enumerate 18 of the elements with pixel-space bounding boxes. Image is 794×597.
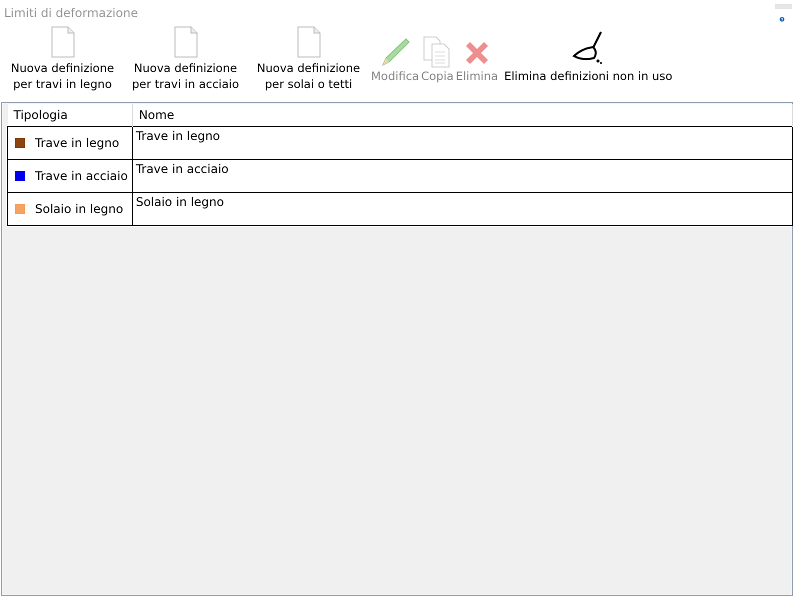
document-icon (50, 26, 74, 58)
document-icon (174, 26, 198, 58)
table-cell: Trave in legno (132, 126, 792, 160)
type-label: Trave in legno (35, 136, 120, 150)
toolbar-button[interactable]: Nuova definizione per solai o tetti (248, 30, 369, 92)
document-icon (296, 26, 320, 58)
table-cell: Trave in acciaio (132, 160, 792, 192)
table-cell: Solaio in legno (132, 192, 792, 226)
window-title: Limiti di deformazione (4, 5, 138, 22)
pencil-icon (379, 36, 412, 68)
column-header[interactable]: Tipologia (8, 104, 132, 126)
type-label: Solaio in legno (35, 202, 124, 216)
column-header[interactable]: Nome (132, 104, 792, 126)
toolbar-button[interactable]: Nuova definizione per travi in legno (2, 30, 123, 92)
toolbar-button[interactable]: Nuova definizione per travi in acciaio (125, 30, 246, 92)
copy-icon (423, 36, 452, 68)
type-label: Trave in acciaio (35, 169, 128, 183)
toolbar-button[interactable]: Elimina definizioni non in uso (504, 30, 672, 92)
